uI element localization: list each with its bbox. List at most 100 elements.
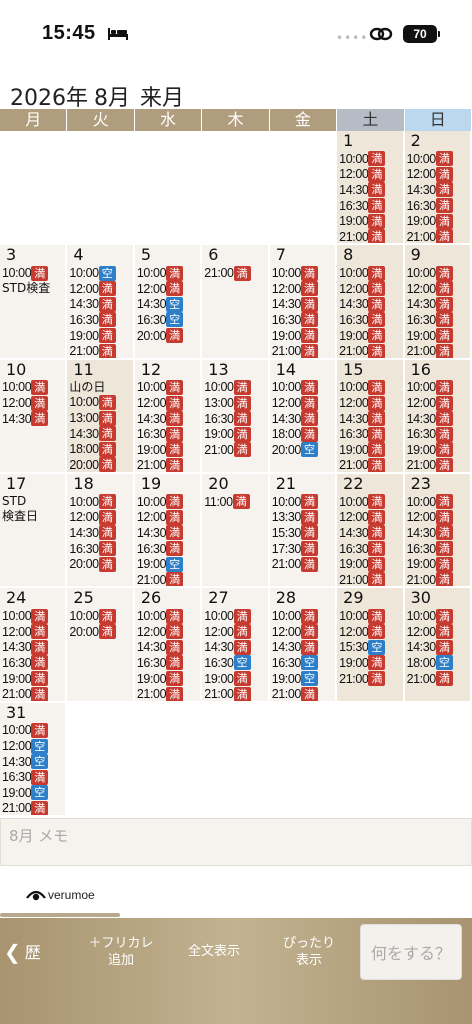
time-slot[interactable]: 21:00 満: [204, 265, 267, 281]
time-slot[interactable]: 16:30 満: [272, 312, 335, 328]
time-slot[interactable]: 16:30 満: [407, 426, 470, 442]
time-slot[interactable]: 19:00 満: [339, 213, 402, 229]
calendar-day-cell[interactable]: 25 10:00 満 20:00 満: [67, 588, 135, 703]
time-slot[interactable]: 10:00 満: [137, 608, 200, 624]
time-slot[interactable]: 13:00 満: [69, 410, 132, 426]
time-slot[interactable]: 12:00 満: [339, 509, 402, 526]
time-slot[interactable]: 12:00 満: [339, 281, 402, 297]
time-slot[interactable]: 12:00 満: [137, 395, 200, 411]
time-slot[interactable]: 21:00 満: [137, 457, 200, 472]
calendar-day-cell[interactable]: 5 10:00 満 12:00 満 14:30 空 16:30 空 20:00 満: [134, 245, 203, 360]
time-slot[interactable]: 18:00 満: [272, 426, 335, 442]
time-slot[interactable]: 12:00 満: [339, 166, 402, 183]
time-slot[interactable]: 16:30 満: [339, 541, 402, 557]
time-slot[interactable]: 13:00 満: [204, 395, 267, 411]
time-slot[interactable]: 16:30 満: [407, 312, 470, 328]
calendar-day-cell[interactable]: 2 10:00 満 12:00 満 14:30 満 16:30 満 19:00 満 21:00 満: [404, 131, 472, 246]
time-slot[interactable]: 19:00 満: [407, 556, 470, 572]
time-slot[interactable]: 16:30 満: [407, 198, 470, 214]
time-slot[interactable]: 10:00 満: [272, 379, 335, 396]
time-slot[interactable]: 14:30 満: [339, 182, 402, 198]
time-slot[interactable]: 10:00 満: [204, 379, 267, 396]
time-slot[interactable]: 12:00 満: [69, 509, 132, 526]
time-slot[interactable]: 16:30 空: [272, 655, 335, 671]
time-slot[interactable]: 21:00 満: [2, 800, 65, 815]
time-slot[interactable]: 14:30 空: [137, 296, 200, 313]
fit-display-button[interactable]: ぴったり 表示: [264, 935, 354, 969]
time-slot[interactable]: 10:00 満: [137, 494, 200, 510]
time-slot[interactable]: 19:00 満: [69, 328, 132, 344]
time-slot[interactable]: 14:30 満: [339, 525, 402, 541]
time-slot[interactable]: 16:30 満: [339, 312, 402, 328]
time-slot[interactable]: 19:00 空: [272, 671, 335, 687]
time-slot[interactable]: 19:00 空: [137, 556, 200, 572]
time-slot[interactable]: 19:00 満: [272, 328, 335, 344]
time-slot[interactable]: 12:00 満: [137, 624, 200, 640]
time-slot[interactable]: 10:00 満: [69, 394, 132, 411]
calendar-day-cell[interactable]: 19 10:00 満 12:00 満 14:30 満 16:30 満 19:00 空 21:00 満: [134, 474, 203, 589]
calendar-day-cell[interactable]: 26 10:00 満 12:00 満 14:30 満 16:30 満 19:00 満 21:00 満: [134, 588, 203, 703]
time-slot[interactable]: 19:00 満: [339, 328, 402, 344]
time-slot[interactable]: 12:00 満: [407, 281, 470, 297]
calendar-day-cell[interactable]: 10 10:00 満 12:00 満 14:30 満: [0, 359, 68, 474]
time-slot[interactable]: 14:30 満: [272, 296, 335, 313]
time-slot[interactable]: 19:00 満: [339, 556, 402, 572]
time-slot[interactable]: 12:00 満: [204, 624, 267, 640]
time-slot[interactable]: 10:00 満: [2, 722, 65, 739]
time-slot[interactable]: 12:00 満: [407, 395, 470, 411]
time-slot[interactable]: 20:00 満: [69, 457, 132, 472]
time-slot[interactable]: 14:30 満: [69, 296, 132, 313]
calendar-day-cell[interactable]: 12 10:00 満 12:00 満 14:30 満 16:30 満 19:00 満 21:00 満: [134, 359, 203, 474]
time-slot[interactable]: 14:30 満: [204, 639, 267, 656]
calendar-day-cell[interactable]: 24 10:00 満 12:00 満 14:30 満 16:30 満 19:00 満 21:00 満: [0, 588, 68, 703]
calendar-day-cell[interactable]: 18 10:00 満 12:00 満 14:30 満 16:30 満 20:00 満: [67, 474, 135, 589]
time-slot[interactable]: 10:00 満: [137, 379, 200, 396]
calendar-day-cell[interactable]: 16 10:00 満 12:00 満 14:30 満 16:30 満 19:00 満 21:00 満: [404, 359, 472, 474]
time-slot[interactable]: 21:00 満: [339, 671, 402, 687]
time-slot[interactable]: 16:30 満: [137, 426, 200, 442]
time-slot[interactable]: 14:30 満: [137, 411, 200, 427]
time-slot[interactable]: 19:00 満: [204, 671, 267, 687]
next-month-link[interactable]: 来月: [140, 86, 184, 111]
calendar-day-cell[interactable]: 23 10:00 満 12:00 満 14:30 満 16:30 満 19:00 満 21:00 満: [404, 474, 472, 589]
time-slot[interactable]: 14:30 満: [339, 411, 402, 427]
time-slot[interactable]: 16:30 満: [339, 426, 402, 442]
time-slot[interactable]: 16:30 満: [69, 541, 132, 557]
time-slot[interactable]: 10:00 満: [339, 608, 402, 624]
add-furigana-button[interactable]: ＋フリカレ 追加: [78, 935, 164, 969]
time-slot[interactable]: 21:00 満: [407, 671, 470, 687]
time-slot[interactable]: 10:00 満: [137, 265, 200, 281]
time-slot[interactable]: 10:00 満: [339, 151, 402, 167]
time-slot[interactable]: 16:30 満: [2, 769, 65, 785]
time-slot[interactable]: 10:00 満: [407, 608, 470, 624]
time-slot[interactable]: 14:30 満: [137, 639, 200, 656]
time-slot[interactable]: 18:00 満: [69, 441, 132, 457]
time-slot[interactable]: 19:00 満: [339, 442, 402, 458]
time-slot[interactable]: 16:30 満: [407, 541, 470, 557]
time-slot[interactable]: 20:00 空: [272, 442, 335, 458]
time-slot[interactable]: 12:00 満: [272, 395, 335, 411]
time-slot[interactable]: 17:30 満: [272, 541, 335, 557]
time-slot[interactable]: 16:30 満: [204, 411, 267, 427]
time-slot[interactable]: 14:30 満: [2, 411, 65, 427]
time-slot[interactable]: 10:00 満: [339, 265, 402, 281]
time-slot[interactable]: 12:00 満: [2, 395, 65, 411]
time-slot[interactable]: 15:30 空: [339, 639, 402, 656]
time-slot[interactable]: 14:30 満: [137, 525, 200, 541]
time-slot[interactable]: 19:00 満: [2, 671, 65, 687]
time-slot[interactable]: 19:00 満: [137, 671, 200, 687]
time-slot[interactable]: 10:00 満: [272, 608, 335, 624]
time-slot[interactable]: 21:00 満: [407, 229, 470, 244]
calendar-day-cell[interactable]: 11 山の日 10:00 満 13:00 満 14:30 満 18:00 満 20:00 満: [67, 359, 135, 474]
time-slot[interactable]: 12:00 満: [339, 395, 402, 411]
time-slot[interactable]: 12:00 満: [272, 624, 335, 640]
calendar-day-cell[interactable]: 6 21:00 満: [202, 245, 270, 360]
time-slot[interactable]: 10:00 満: [2, 265, 65, 281]
time-slot[interactable]: 12:00 満: [407, 624, 470, 640]
time-slot[interactable]: 12:00 満: [137, 509, 200, 526]
time-slot[interactable]: 18:00 空: [407, 655, 470, 671]
calendar-day-cell[interactable]: 22 10:00 満 12:00 満 14:30 満 16:30 満 19:00 満 21:00 満: [337, 474, 405, 589]
time-slot[interactable]: 16:30 満: [69, 312, 132, 328]
time-slot[interactable]: 10:00 満: [272, 265, 335, 281]
time-slot[interactable]: 21:00 満: [339, 229, 402, 244]
